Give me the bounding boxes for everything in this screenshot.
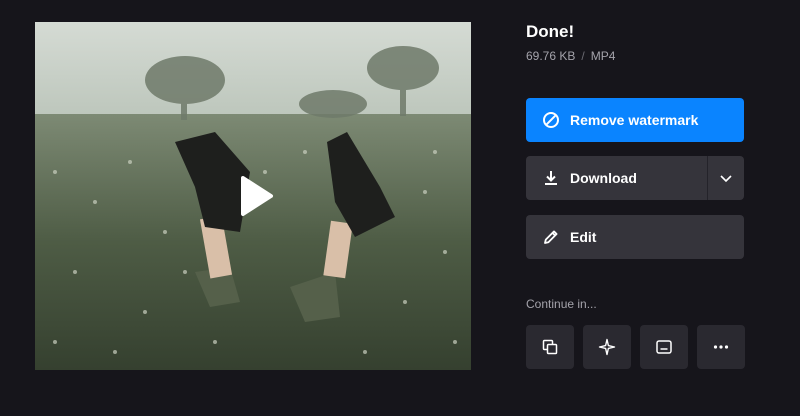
download-button[interactable]: Download bbox=[526, 156, 707, 200]
remove-watermark-label: Remove watermark bbox=[570, 112, 699, 128]
video-preview[interactable] bbox=[35, 22, 471, 370]
file-format: MP4 bbox=[590, 49, 616, 63]
download-options-button[interactable] bbox=[708, 156, 744, 200]
file-size: 69.76 KB bbox=[526, 49, 576, 63]
more-tool-button[interactable] bbox=[697, 325, 745, 369]
page: Done! 69.76 KB / MP4 Remove watermark Down… bbox=[0, 0, 800, 416]
pencil-icon bbox=[542, 228, 560, 246]
more-icon bbox=[713, 345, 729, 349]
sparkle-tool-button[interactable] bbox=[583, 325, 631, 369]
subtitles-tool-button[interactable] bbox=[640, 325, 688, 369]
edit-button[interactable]: Edit bbox=[526, 215, 744, 259]
remove-watermark-button[interactable]: Remove watermark bbox=[526, 98, 744, 142]
play-button[interactable] bbox=[223, 166, 283, 226]
sparkle-icon bbox=[598, 338, 616, 356]
continue-label: Continue in... bbox=[526, 297, 597, 311]
download-split-button: Download bbox=[526, 156, 744, 200]
file-meta: 69.76 KB / MP4 bbox=[526, 49, 615, 63]
layers-icon bbox=[542, 339, 558, 355]
download-label: Download bbox=[570, 170, 637, 186]
meta-separator: / bbox=[581, 49, 585, 63]
status-title: Done! bbox=[526, 22, 575, 41]
chevron-down-icon bbox=[720, 175, 732, 183]
subtitles-icon bbox=[656, 340, 672, 354]
play-icon bbox=[241, 176, 273, 216]
continue-tools bbox=[526, 325, 745, 369]
layers-tool-button[interactable] bbox=[526, 325, 574, 369]
edit-label: Edit bbox=[570, 229, 597, 245]
download-icon bbox=[542, 169, 560, 187]
block-icon bbox=[542, 111, 560, 129]
